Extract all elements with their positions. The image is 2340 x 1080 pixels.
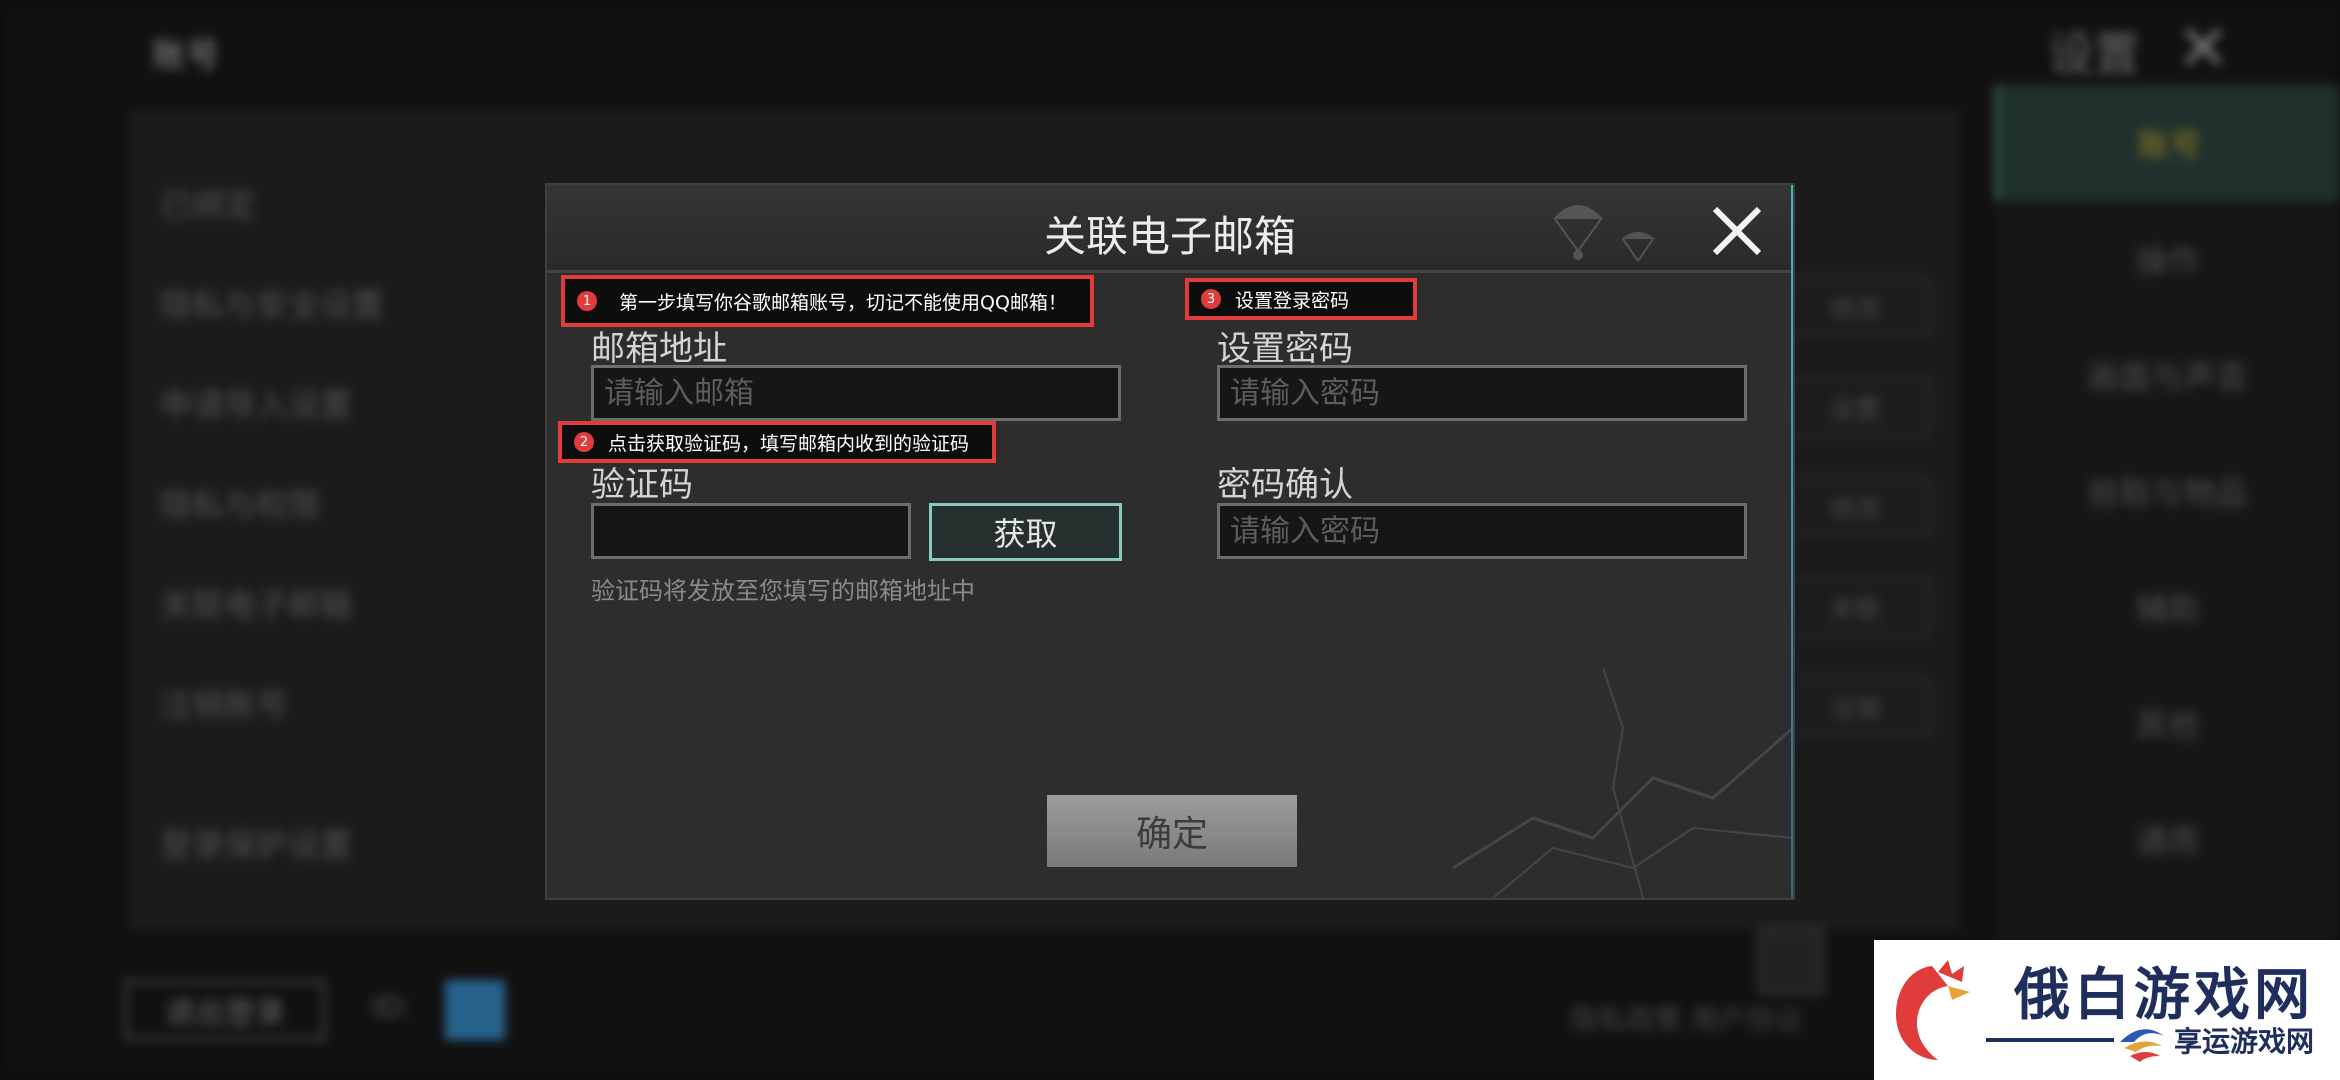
- background-row: 关联电子邮箱: [160, 586, 353, 624]
- annotation-text: 设置登录密码: [1235, 289, 1350, 312]
- background-tab: 辅助: [2135, 590, 2200, 628]
- set-password-label: 设置密码: [1217, 329, 1353, 369]
- email-label: 邮箱地址: [591, 329, 727, 369]
- background-row: 注销账号: [160, 686, 289, 724]
- email-field[interactable]: [591, 365, 1121, 421]
- background-tab: 拾取与物品: [2087, 474, 2248, 512]
- close-icon: [1712, 206, 1762, 256]
- background-tab: 账号: [1995, 85, 2340, 201]
- annotation-number: 3: [1201, 289, 1221, 309]
- annotation-step-2: 2 点击获取验证码，填写邮箱内收到的验证码: [558, 421, 996, 463]
- close-button[interactable]: [1705, 199, 1769, 263]
- annotation-number: 2: [574, 432, 594, 452]
- swirl-logo-icon: [2120, 1029, 2164, 1062]
- annotation-text: 点击获取验证码，填写邮箱内收到的验证码: [608, 432, 970, 455]
- background-tab: 画面与声音: [2087, 358, 2248, 396]
- get-code-button[interactable]: 获取: [929, 503, 1122, 561]
- background-id-label: ID:: [372, 990, 412, 1023]
- confirm-button[interactable]: 确定: [1047, 795, 1297, 867]
- background-edit-icon: [1758, 928, 1824, 994]
- background-row: 已绑定: [160, 186, 257, 224]
- annotation-number: 1: [577, 291, 597, 311]
- site-watermark-logo: 俄白游戏网 享运游戏网: [1874, 940, 2340, 1080]
- background-footer-links: 隐私政策 用户协议: [1570, 1003, 1803, 1036]
- background-tab: 通用: [2135, 822, 2200, 860]
- map-texture-decoration: [1453, 668, 1793, 898]
- background-chip: 设置: [1780, 378, 1930, 436]
- dialog-accent-edge: [1791, 185, 1793, 898]
- background-tab: 操作: [2135, 242, 2200, 280]
- annotation-step-3: 3 设置登录密码: [1185, 278, 1417, 320]
- dialog-title: 关联电子邮箱: [1043, 212, 1296, 261]
- watermark-divider: [1986, 1038, 2114, 1042]
- background-tab: 其他: [2135, 706, 2200, 744]
- background-chip: 关联: [1780, 578, 1930, 636]
- password-field[interactable]: [1217, 365, 1747, 421]
- confirm-password-field[interactable]: [1217, 503, 1747, 559]
- settings-title: 设置: [2048, 27, 2140, 81]
- background-logout-button: 退出登录: [125, 980, 325, 1040]
- watermark-sub-text: 享运游戏网: [2174, 1025, 2315, 1058]
- rooster-logo-icon: [1896, 960, 1970, 1060]
- background-chip: 修改: [1780, 278, 1930, 336]
- background-chip: 注销: [1780, 678, 1930, 736]
- background-row: 登录保护设置: [160, 826, 353, 864]
- background-row-list: 已绑定 隐私与安全设置 申请导入设置 隐私与权限 关联电子邮箱 注销账号 登录保…: [160, 180, 384, 920]
- background-title: 账号: [152, 36, 220, 76]
- background-chip: 修改: [1780, 478, 1930, 536]
- background-tab-column: 账号 操作 画面与声音 拾取与物品 辅助 其他 通用: [1995, 85, 2340, 945]
- verification-code-hint: 验证码将发放至您填写的邮箱地址中: [591, 577, 975, 605]
- background-row: 申请导入设置: [160, 386, 353, 424]
- verification-code-label: 验证码: [591, 465, 693, 505]
- background-close-icon: ✕: [2176, 12, 2230, 86]
- background-row: 隐私与权限: [160, 486, 321, 524]
- annotation-step-1: 1 第一步填写你谷歌邮箱账号，切记不能使用QQ邮箱！: [561, 275, 1094, 327]
- annotation-text: 第一步填写你谷歌邮箱账号，切记不能使用QQ邮箱！: [619, 291, 1067, 314]
- background-row: 隐私与安全设置: [160, 286, 385, 324]
- background-id-badge: [445, 980, 505, 1040]
- dialog-header: 关联电子邮箱: [547, 185, 1793, 273]
- confirm-password-label: 密码确认: [1217, 465, 1353, 505]
- verification-code-field[interactable]: [591, 503, 911, 559]
